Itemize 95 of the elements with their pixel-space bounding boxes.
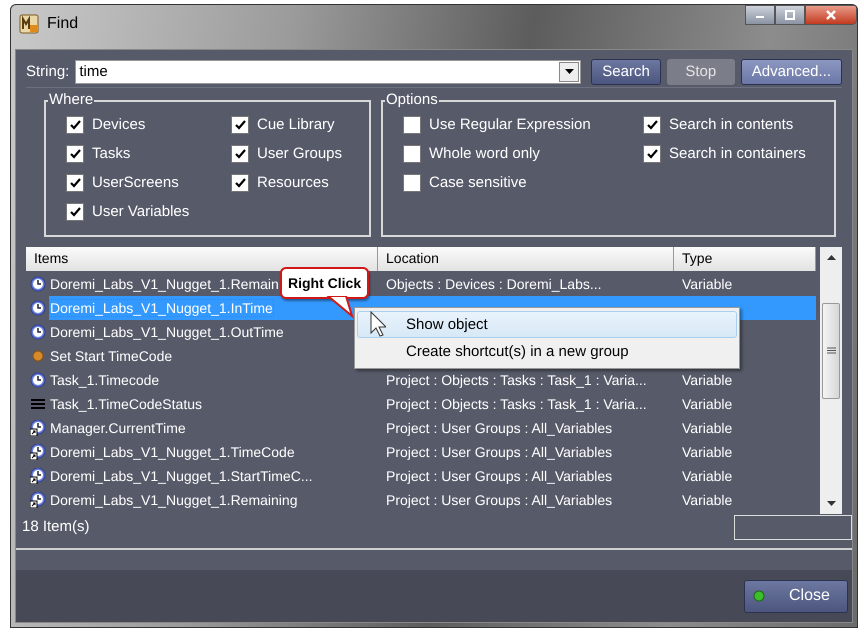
checkmark-icon (234, 178, 246, 188)
checkbox[interactable] (643, 116, 661, 134)
clock-icon (30, 372, 46, 388)
grip-icon (826, 347, 836, 354)
type-cell: Variable (682, 444, 732, 460)
type-cell: Variable (682, 276, 732, 292)
callout-tail-drawing (326, 296, 356, 320)
list-item[interactable]: Task_1.Timecode (50, 372, 160, 388)
type-cell: Variable (682, 420, 732, 436)
string-field[interactable]: time (75, 60, 582, 84)
location-cell: Project : User Groups : All_Variables (386, 444, 612, 460)
list-item[interactable]: Set Start TimeCode (50, 348, 172, 364)
option-label: Cue Library (257, 116, 335, 133)
item-count: 18 Item(s) (22, 518, 90, 535)
dropdown-button[interactable] (559, 62, 580, 82)
menu-item[interactable]: Show object (357, 311, 737, 338)
close-window-button[interactable] (805, 5, 857, 25)
maximize-icon (785, 10, 795, 20)
list-item[interactable]: Doremi_Labs_V1_Nugget_1.Remaining (50, 492, 298, 508)
option-label: Devices (92, 116, 146, 133)
checkmark-icon (70, 148, 80, 158)
scroll-up-icon (826, 255, 836, 260)
type-cell: Variable (682, 468, 732, 484)
column-header[interactable]: Type (674, 247, 816, 271)
window-title: Find (47, 15, 78, 33)
checkbox[interactable] (403, 174, 421, 192)
checkmark-icon (70, 120, 80, 130)
group-title: Options (385, 92, 439, 108)
search-toolbar-button[interactable]: Search (591, 58, 661, 84)
dropdown-arrow-icon (564, 69, 574, 74)
type-cell: Variable (682, 396, 732, 412)
column-header[interactable]: Location (378, 247, 674, 271)
scroll-thumb[interactable] (822, 302, 840, 398)
clock-icon (30, 300, 46, 316)
option-label: User Variables (92, 203, 190, 220)
clock-shortcut-icon (30, 444, 46, 460)
checkmark-icon (646, 120, 658, 130)
clock-icon (30, 276, 46, 292)
location-cell: Project : Objects : Tasks : Task_1 : Varia... (386, 396, 647, 412)
close-icon (825, 10, 837, 20)
checkmark-icon (234, 148, 246, 158)
checkmark-icon (70, 178, 80, 188)
scroll-down-icon (826, 501, 836, 506)
search-toolbar-button[interactable]: Advanced... (740, 58, 842, 84)
option-label: Search in contents (669, 116, 794, 133)
option-label: Tasks (92, 145, 130, 162)
checkmark-icon (70, 206, 80, 216)
checkbox[interactable] (66, 174, 84, 192)
lines-icon (30, 396, 46, 412)
list-item[interactable]: Task_1.TimeCodeStatus (50, 396, 202, 412)
clock-shortcut-icon (30, 492, 46, 508)
checkbox[interactable] (66, 116, 84, 134)
maximize-button[interactable] (775, 5, 805, 25)
column-header[interactable]: Items (26, 247, 378, 271)
option-label: Case sensitive (429, 174, 527, 191)
list-item[interactable]: Doremi_Labs_V1_Nugget_1.OutTime (50, 324, 284, 340)
option-label: UserScreens (92, 174, 179, 191)
checkmark-icon (234, 120, 246, 130)
list-item[interactable]: Doremi_Labs_V1_Nugget_1.StartTimeC... (50, 468, 312, 484)
checkbox[interactable] (231, 174, 249, 192)
checkbox[interactable] (66, 144, 84, 162)
list-item[interactable]: Doremi_Labs_V1_Nugget_1.TimeCode (50, 444, 295, 460)
checkbox[interactable] (403, 144, 421, 162)
clock-icon (30, 324, 46, 340)
option-label: Search in containers (669, 145, 806, 162)
dot-icon (30, 348, 46, 364)
clock-shortcut-icon (30, 420, 46, 436)
checkbox[interactable] (231, 116, 249, 134)
app-logo-icon (19, 14, 39, 34)
location-cell: Project : User Groups : All_Variables (386, 468, 612, 484)
checkbox[interactable] (231, 144, 249, 162)
option-label: Whole word only (429, 145, 540, 162)
location-cell: Objects : Devices : Doremi_Labs... (386, 276, 602, 292)
type-cell: Variable (682, 372, 732, 388)
location-cell: Project : User Groups : All_Variables (386, 420, 612, 436)
option-label: Resources (257, 174, 329, 191)
menu-item[interactable]: Create shortcut(s) in a new group (357, 338, 737, 365)
minimize-button[interactable] (745, 5, 775, 25)
clock-shortcut-icon (30, 468, 46, 484)
checkmark-icon (646, 148, 658, 158)
list-item[interactable]: Doremi_Labs_V1_Nugget_1.Remain (50, 276, 279, 292)
type-cell: Variable (682, 492, 732, 508)
status-led-icon (753, 590, 765, 602)
location-cell: Project : Objects : Tasks : Task_1 : Varia... (386, 372, 647, 388)
checkbox[interactable] (403, 116, 421, 134)
list-item[interactable]: Manager.CurrentTime (50, 420, 186, 436)
close-button[interactable]: Close (744, 580, 848, 612)
location-cell: Project : User Groups : All_Variables (386, 492, 612, 508)
option-label: User Groups (257, 145, 342, 162)
vertical-scrollbar[interactable] (820, 247, 842, 514)
option-label: Use Regular Expression (429, 116, 591, 133)
string-label: String: (26, 63, 70, 80)
checkbox[interactable] (66, 202, 84, 220)
checkbox[interactable] (643, 144, 661, 162)
mouse-pointer-icon (370, 311, 386, 337)
